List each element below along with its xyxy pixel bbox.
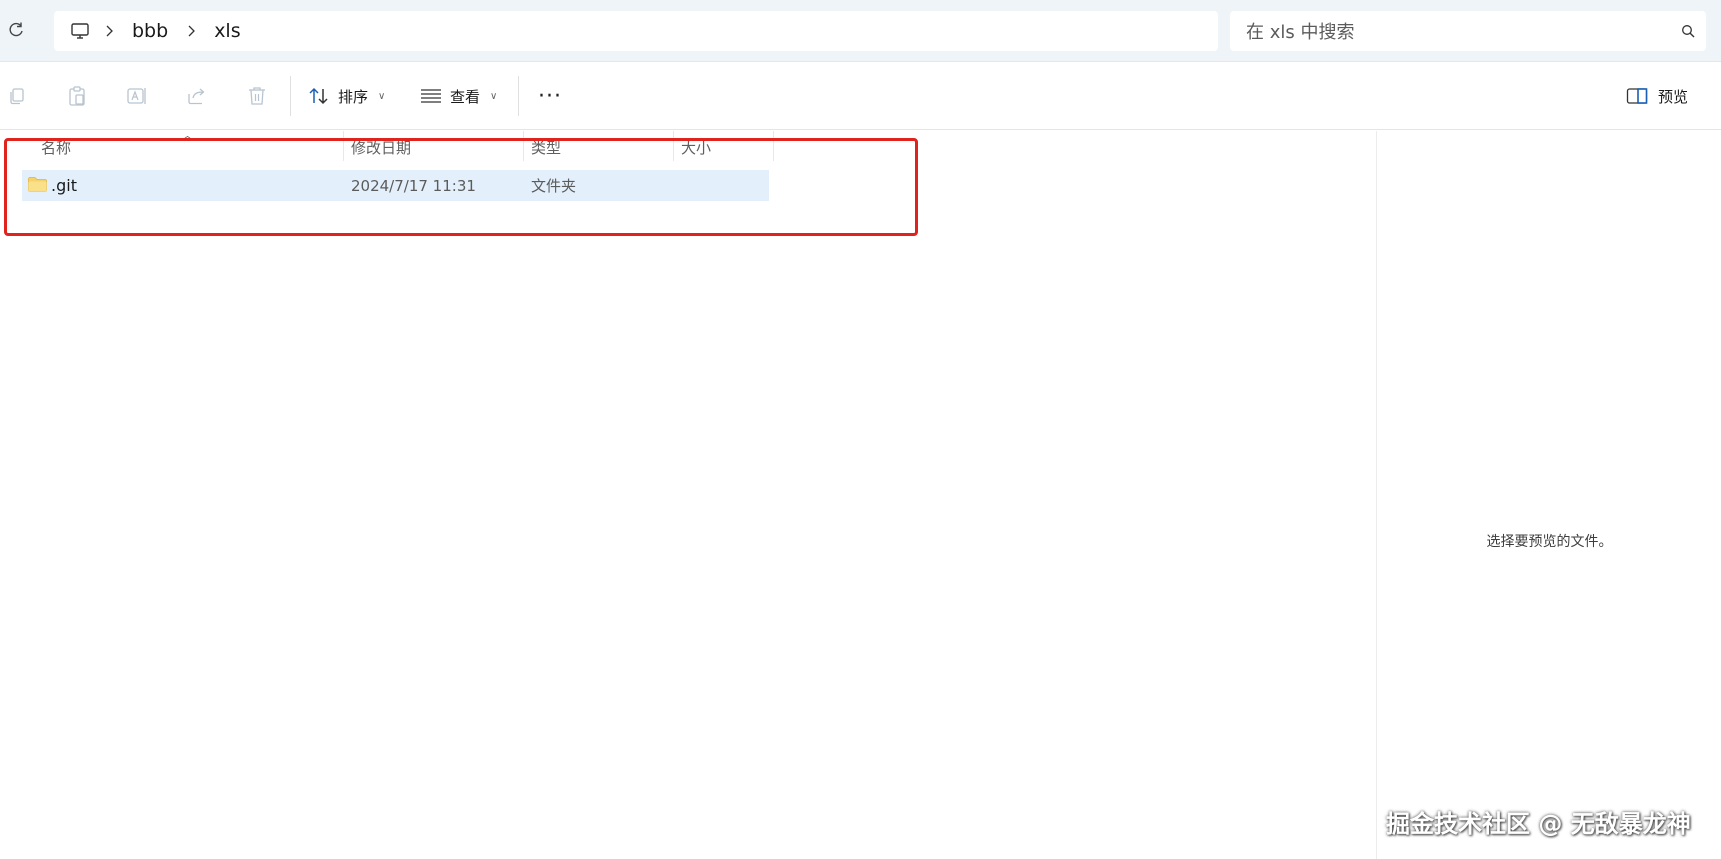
paste-icon[interactable] — [63, 82, 91, 110]
command-bar: 排序 ∨ 查看 ∨ ··· 预览 — [0, 62, 1721, 130]
sort-label: 排序 — [338, 87, 369, 106]
preview-button[interactable]: 预览 — [1626, 80, 1688, 112]
breadcrumb-xls[interactable]: xls — [208, 20, 246, 42]
toolbar-divider — [290, 76, 291, 116]
file-list: ︿ 名称 修改日期 类型 大小 .git 2024/7/17 11:31 文件夹 — [0, 129, 1376, 859]
more-icon: ··· — [538, 83, 562, 109]
chevron-right-icon[interactable] — [92, 25, 126, 37]
preview-label: 预览 — [1658, 87, 1689, 106]
view-label: 查看 — [450, 87, 481, 106]
refresh-icon — [9, 22, 23, 37]
view-button[interactable]: 查看 ∨ — [420, 80, 497, 112]
chevron-down-icon: ∨ — [378, 90, 386, 102]
rename-icon[interactable] — [123, 82, 151, 110]
toolbar-divider — [518, 76, 519, 116]
annotation-highlight-box — [4, 138, 918, 236]
copy-icon[interactable] — [3, 82, 31, 110]
address-box[interactable]: bbb xls — [54, 11, 1218, 51]
preview-message: 选择要预览的文件。 — [1486, 534, 1613, 550]
address-bar-row: bbb xls 在 xls 中搜索 — [0, 0, 1721, 62]
chevron-down-icon: ∨ — [490, 90, 498, 102]
refresh-button[interactable] — [2, 16, 30, 44]
sort-button[interactable]: 排序 ∨ — [308, 80, 385, 112]
sort-icon — [309, 87, 328, 105]
search-box[interactable]: 在 xls 中搜索 — [1230, 11, 1706, 51]
search-icon[interactable] — [1670, 13, 1706, 49]
more-options-button[interactable]: ··· — [536, 83, 564, 109]
watermark: 掘金技术社区 @ 无敌暴龙神 — [1386, 810, 1691, 838]
share-icon[interactable] — [183, 82, 211, 110]
chevron-right-icon[interactable] — [174, 25, 208, 37]
this-pc-icon[interactable] — [68, 19, 92, 43]
preview-pane: 选择要预览的文件。 — [1376, 131, 1721, 859]
search-input[interactable]: 在 xls 中搜索 — [1246, 18, 1670, 44]
delete-icon[interactable] — [243, 82, 271, 110]
view-icon — [421, 89, 441, 103]
breadcrumb-bbb[interactable]: bbb — [126, 20, 174, 42]
preview-pane-icon — [1626, 88, 1648, 104]
